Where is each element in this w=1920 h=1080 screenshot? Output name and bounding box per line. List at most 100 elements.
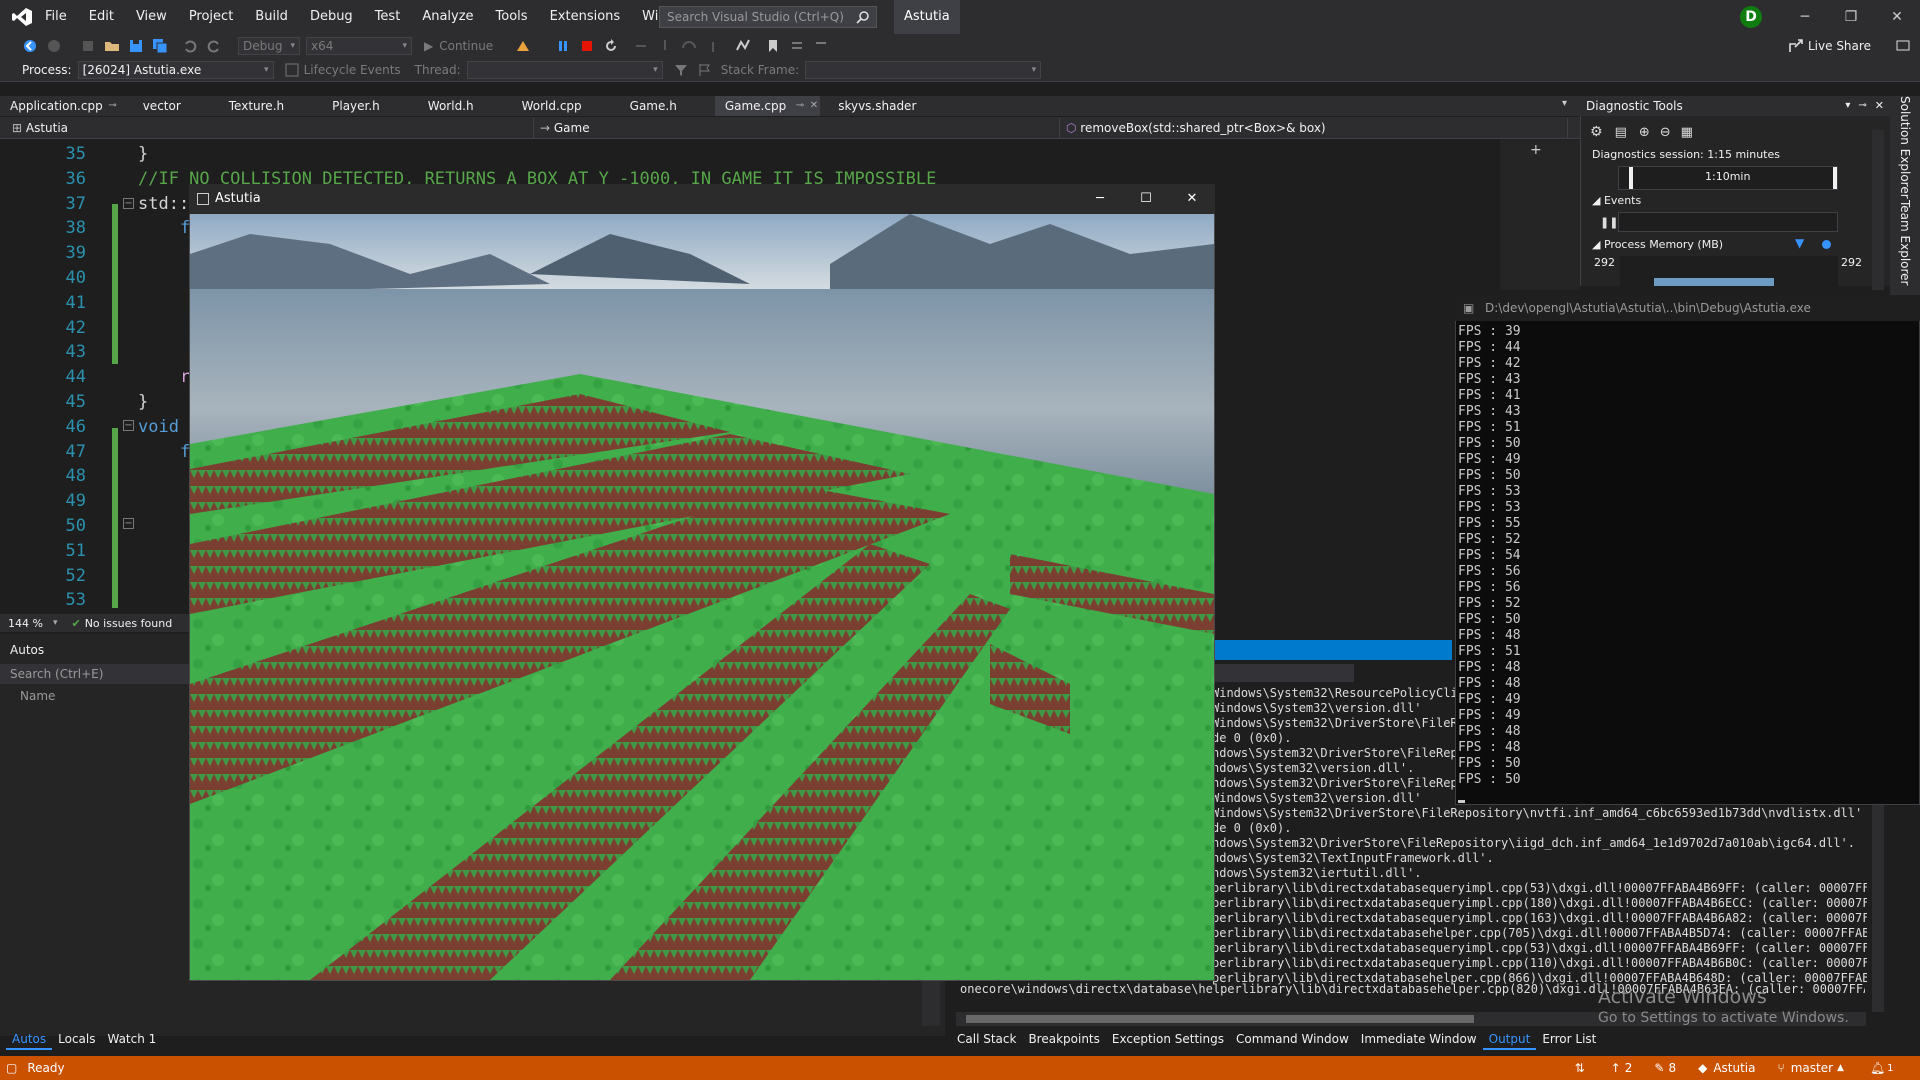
tab-error-list[interactable]: Error List — [1536, 1028, 1602, 1050]
menu-project[interactable]: Project — [178, 0, 244, 34]
menu-debug[interactable]: Debug — [299, 0, 364, 34]
output-source-dropdown[interactable] — [1215, 664, 1354, 682]
tab-call-stack[interactable]: Call Stack — [951, 1028, 1022, 1050]
forward-icon[interactable] — [46, 38, 62, 54]
zoom-dropdown-icon[interactable]: ▾ — [53, 618, 58, 628]
pause-events-icon[interactable]: ❚❚ — [1600, 216, 1618, 229]
game-close-button[interactable]: ✕ — [1169, 184, 1215, 214]
filter-icon[interactable] — [673, 62, 689, 78]
menu-build[interactable]: Build — [244, 0, 299, 34]
zoom-level[interactable]: 144 % — [8, 617, 43, 630]
tab-game-cpp[interactable]: Game.cpp ⊸ ✕ — [714, 96, 821, 116]
close-tab-icon[interactable]: ✕ — [810, 96, 818, 116]
select-tools-icon[interactable]: ▤ — [1615, 125, 1627, 140]
tab-watch-1[interactable]: Watch 1 — [101, 1028, 162, 1050]
menu-tools[interactable]: Tools — [485, 0, 539, 34]
undo-icon[interactable] — [182, 38, 198, 54]
timeline-start-handle[interactable] — [1629, 167, 1633, 189]
reset-view-icon[interactable]: ▦ — [1681, 125, 1693, 140]
tab-breakpoints[interactable]: Breakpoints — [1022, 1028, 1105, 1050]
new-project-icon[interactable] — [80, 38, 96, 54]
timeline-ruler[interactable]: 1:10min — [1618, 166, 1838, 190]
collapse-icon[interactable]: − — [123, 518, 134, 529]
menu-file[interactable]: File — [34, 0, 78, 34]
repository-name[interactable]: Astutia — [1713, 1061, 1755, 1075]
collapse-icon[interactable]: − — [123, 198, 134, 209]
flag-icon[interactable] — [697, 62, 713, 78]
continue-button[interactable]: Continue — [439, 39, 493, 53]
close-panel-icon[interactable]: ✕ — [1875, 96, 1884, 116]
save-all-icon[interactable] — [152, 38, 168, 54]
autos-name-column[interactable]: Name — [0, 686, 190, 706]
pin-icon[interactable]: ⊸ — [796, 96, 804, 116]
member-dropdown[interactable]: ⬡ removeBox(std::shared_ptr<Box>& box) — [1060, 117, 1568, 138]
tab-locals[interactable]: Locals — [52, 1028, 101, 1050]
diagnostics-scrollbar[interactable] — [1872, 130, 1884, 290]
close-button[interactable]: ✕ — [1874, 0, 1920, 34]
zoom-out-icon[interactable]: ⊖ — [1660, 125, 1671, 140]
game-maximize-button[interactable]: ☐ — [1123, 184, 1169, 214]
tab-texture-h[interactable]: Texture.h — [219, 96, 300, 116]
menu-view[interactable]: View — [125, 0, 178, 34]
notifications-count[interactable]: 1 — [1887, 1063, 1893, 1074]
game-minimize-button[interactable]: ─ — [1077, 184, 1123, 214]
events-track[interactable] — [1618, 212, 1838, 232]
tab-immediate-window[interactable]: Immediate Window — [1355, 1028, 1483, 1050]
autos-search-input[interactable]: Search (Ctrl+E) — [0, 664, 190, 684]
diagnostics-toolbar-icon[interactable] — [735, 38, 751, 54]
bookmark-icon[interactable] — [765, 38, 781, 54]
minimize-button[interactable]: ─ — [1782, 0, 1828, 34]
tab-command-window[interactable]: Command Window — [1230, 1028, 1355, 1050]
repo-icon[interactable]: ◆ — [1698, 1061, 1707, 1075]
pause-icon[interactable] — [555, 38, 571, 54]
process-dropdown[interactable]: [26024] Astutia.exe — [77, 60, 274, 79]
stop-icon[interactable] — [579, 38, 595, 54]
console-window[interactable] — [1455, 295, 1920, 805]
pin-panel-icon[interactable]: ⊸ — [1858, 96, 1866, 116]
menu-test[interactable]: Test — [364, 0, 412, 34]
tab-world-h[interactable]: World.h — [418, 96, 490, 116]
menu-edit[interactable]: Edit — [78, 0, 125, 34]
visual-studio-logo-icon[interactable] — [12, 8, 32, 26]
tab-overflow-icon[interactable]: ▾ — [1562, 98, 1567, 109]
tab-vector[interactable]: vector — [133, 96, 197, 116]
open-folder-icon[interactable] — [104, 38, 120, 54]
back-icon[interactable] — [22, 38, 38, 54]
memory-section[interactable]: ◢ Process Memory (MB) — [1592, 238, 1723, 251]
redo-icon[interactable] — [206, 38, 222, 54]
lifecycle-events-dropdown[interactable]: Lifecycle Events — [304, 63, 401, 77]
branch-icon[interactable]: ⑂ — [1777, 1061, 1784, 1075]
side-tab-team-explorer[interactable]: Team Explorer — [1898, 200, 1912, 286]
avatar[interactable]: D — [1740, 6, 1762, 28]
tab-skyvs-shader[interactable]: skyvs.shader — [828, 96, 932, 116]
tab-exception-settings[interactable]: Exception Settings — [1106, 1028, 1230, 1050]
branch-name[interactable]: master — [1791, 1061, 1833, 1075]
timeline-end-handle[interactable] — [1833, 167, 1837, 189]
pencil-icon[interactable]: ✎ — [1654, 1061, 1664, 1075]
menu-analyze[interactable]: Analyze — [411, 0, 484, 34]
collapse-icon[interactable]: − — [123, 420, 134, 431]
push-icon[interactable]: ↑ — [1611, 1061, 1621, 1075]
game-scene[interactable] — [190, 214, 1214, 980]
thread-dropdown[interactable] — [466, 60, 663, 79]
show-next-statement-icon[interactable] — [633, 38, 649, 54]
feedback-icon[interactable] — [1895, 38, 1911, 54]
step-out-icon[interactable] — [705, 38, 721, 54]
split-view-icon[interactable]: + — [1530, 142, 1542, 158]
project-dropdown[interactable]: ⊞ Astutia — [6, 117, 534, 138]
platform-dropdown[interactable]: x64 — [306, 37, 412, 55]
save-icon[interactable] — [128, 38, 144, 54]
restore-button[interactable]: ❐ — [1828, 0, 1874, 34]
settings-icon[interactable]: ⚙ — [1590, 124, 1603, 140]
restart-icon[interactable] — [603, 38, 619, 54]
zoom-in-icon[interactable]: ⊕ — [1639, 125, 1650, 140]
tab-output[interactable]: Output — [1482, 1028, 1537, 1050]
game-viewport[interactable] — [190, 214, 1214, 980]
tab-game-h[interactable]: Game.h — [620, 96, 693, 116]
menu-extensions[interactable]: Extensions — [539, 0, 632, 34]
step-over-icon[interactable] — [681, 38, 697, 54]
uncomment-icon[interactable] — [813, 38, 829, 54]
console-title-bar[interactable]: ▣ D:\dev\opengl\Astutia\Astutia\..\bin\D… — [1455, 295, 1920, 321]
stack-frame-dropdown[interactable] — [805, 60, 1042, 79]
tab-autos[interactable]: Autos — [6, 1028, 53, 1050]
